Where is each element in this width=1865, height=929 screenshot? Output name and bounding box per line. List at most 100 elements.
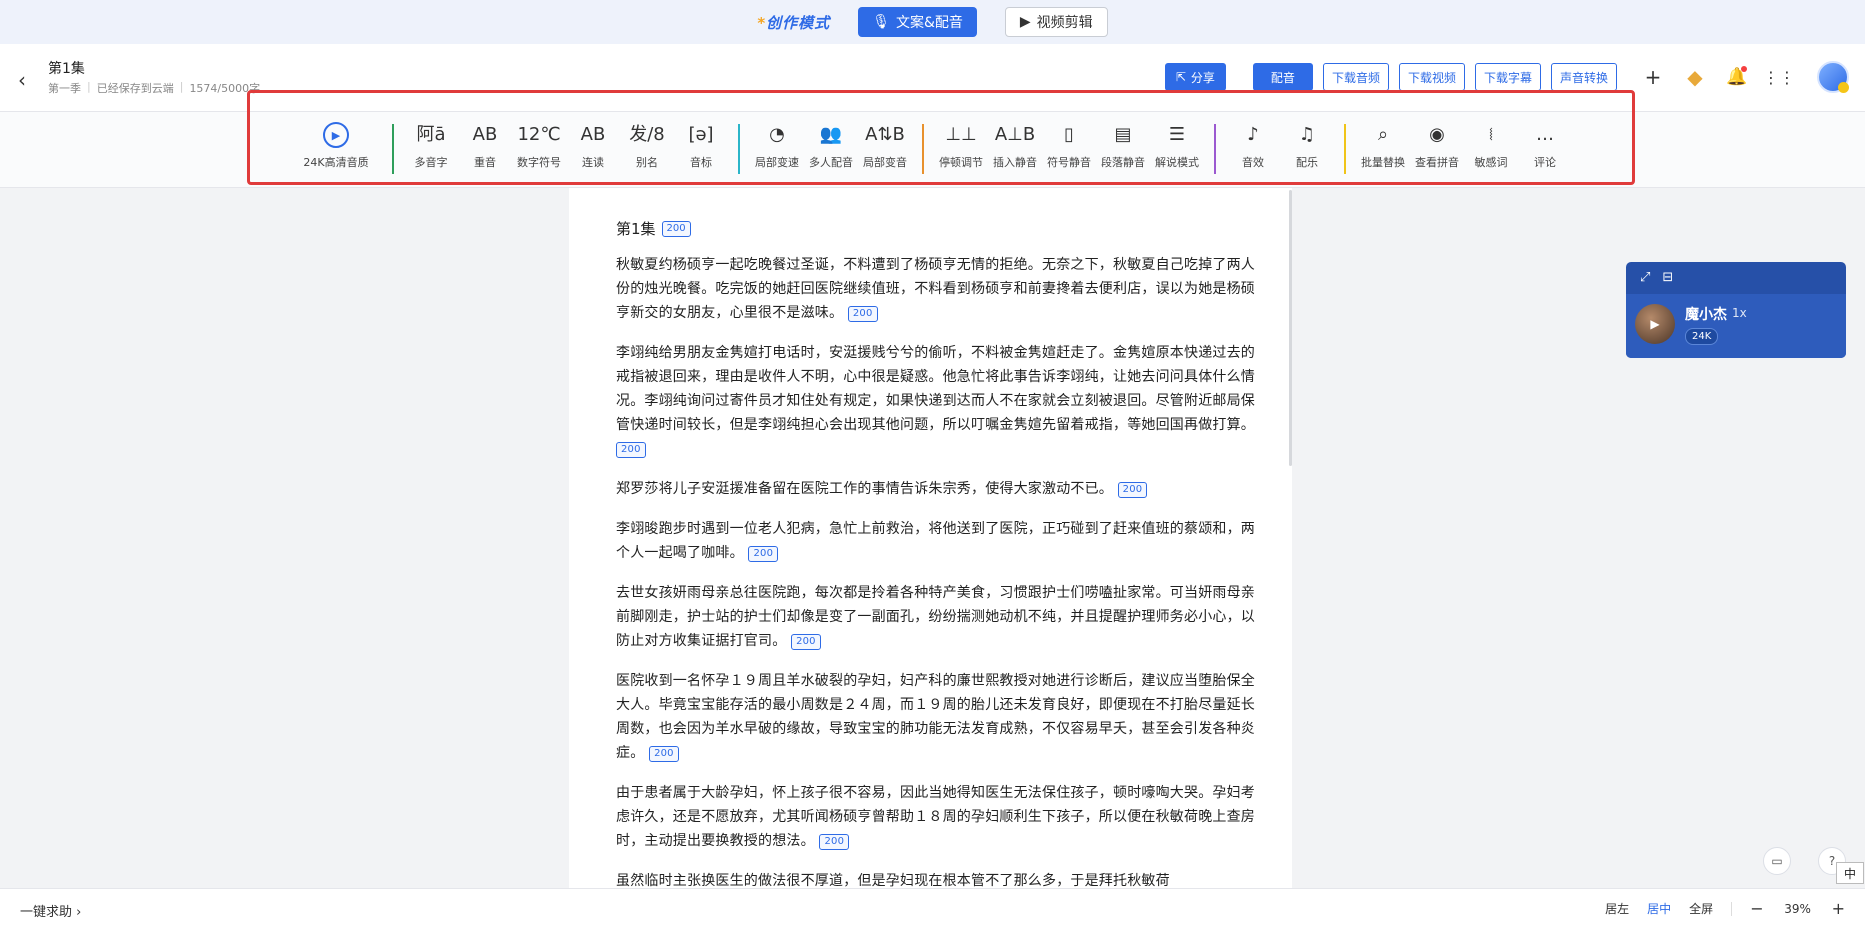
tool-label: 多音字	[414, 156, 448, 169]
tool-alias[interactable]: 发/8 别名	[620, 122, 674, 170]
word-count-badge[interactable]: 200	[748, 546, 779, 562]
season-label: 第一季	[48, 82, 81, 95]
expand-icon[interactable]: ⤢	[1640, 270, 1650, 285]
tool-comment[interactable]: … 评论	[1518, 122, 1572, 170]
fullscreen-option[interactable]: 全屏	[1689, 900, 1713, 917]
page-scrollbar[interactable]	[1289, 190, 1292, 466]
tool-label: 评论	[1534, 156, 1556, 169]
tool-label: 数字符号	[517, 156, 561, 169]
tool-stress[interactable]: AB 重音	[458, 122, 512, 170]
paragraph-text: 去世女孩妍雨母亲总往医院跑，每次都是拎着各种特产美食，习惯跟护士们唠嗑扯家常。可…	[616, 585, 1255, 649]
music-icon: ♫	[1298, 124, 1316, 145]
voice-convert-button[interactable]: 声音转换	[1550, 63, 1617, 91]
tool-label: 重音	[474, 156, 496, 169]
collapse-icon[interactable]: ⊟	[1662, 270, 1673, 285]
toolbar-divider	[392, 124, 394, 174]
plus-icon[interactable]: +	[1641, 65, 1665, 89]
word-count-badge[interactable]: 200	[616, 442, 646, 458]
tool-voice-change[interactable]: A⇅B 局部变音	[858, 122, 912, 170]
tool-number-symbol[interactable]: 12℃ 数字符号	[512, 122, 566, 170]
word-count-badge[interactable]: 200	[847, 306, 878, 322]
zoom-out-icon[interactable]: −	[1750, 899, 1763, 918]
bell-icon[interactable]: 🔔	[1725, 65, 1749, 89]
tool-label: 段落静音	[1101, 156, 1145, 169]
document-page: 第1集 200 秋敏夏约杨硕亨一起吃晚餐过圣诞，不料遭到了杨硕亨无情的拒绝。无奈…	[569, 188, 1292, 888]
tool-liaison[interactable]: AB 连读	[566, 122, 620, 170]
document-meta: 第一季 | 已经保存到云端 | 1574/5000字	[48, 80, 261, 95]
tool-label: 符号静音	[1047, 156, 1091, 169]
editor-header: ‹ 第1集 第一季 | 已经保存到云端 | 1574/5000字 ⇱ 分享 配音…	[0, 44, 1865, 112]
ime-indicator: 中	[1836, 862, 1864, 884]
word-count-badge[interactable]: 200	[819, 834, 850, 850]
tool-music[interactable]: ♫ 配乐	[1280, 122, 1334, 170]
share-button[interactable]: ⇱ 分享	[1164, 63, 1226, 91]
dub-button[interactable]: 配音	[1252, 63, 1313, 91]
back-arrow-icon[interactable]: ‹	[18, 68, 26, 92]
tool-sound-effect[interactable]: ♪ 音效	[1226, 122, 1280, 170]
comment-icon: …	[1536, 124, 1554, 145]
symbol-silence-icon: ▯	[1064, 124, 1074, 145]
tool-label: 停顿调节	[939, 156, 983, 169]
search-icon: ⌕	[1377, 124, 1389, 145]
word-count-badge[interactable]: 200	[1117, 482, 1148, 498]
paragraph[interactable]: 李翊晙跑步时遇到一位老人犯病，急忙上前救治，将他送到了医院，正巧碰到了赶来值班的…	[616, 517, 1256, 565]
paragraph-text: 由于患者属于大龄孕妇，怀上孩子很不容易，因此当她得知医生无法保住孩子，顿时嚎啕大…	[616, 785, 1255, 849]
toolbar-divider	[1214, 124, 1216, 174]
sensitive-word-icon: ⧙	[1489, 124, 1493, 145]
tool-search[interactable]: ⌕ 批量替换	[1356, 122, 1410, 170]
tab-copy-dubbing[interactable]: 🎙 文案&配音	[858, 7, 977, 37]
tool-label: 24K高清音质	[303, 156, 369, 169]
tool-insert-silence[interactable]: A⊥B 插入静音	[988, 122, 1042, 170]
document-title: 第1集	[48, 61, 85, 77]
download-video-button[interactable]: 下载视频	[1398, 63, 1465, 91]
subtitle-toggle-icon[interactable]: ▭	[1763, 847, 1791, 875]
one-click-help-link[interactable]: 一键求助 ›	[20, 901, 81, 920]
word-count-badge[interactable]: 200	[649, 746, 679, 762]
paragraph-text: 秋敏夏约杨硕亨一起吃晚餐过圣诞，不料遭到了杨硕亨无情的拒绝。无奈之下，秋敏夏自己…	[616, 257, 1255, 321]
paragraph-text: 李翊纯给男朋友金隽媗打电话时，安涏援贱兮兮的偷听，不料被金隽媗赶走了。金隽媗原本…	[616, 345, 1255, 433]
tool-label: 连读	[582, 156, 604, 169]
paragraph[interactable]: 郑罗莎将儿子安涏援准备留在医院工作的事情告诉朱宗秀，使得大家激动不已。 200	[616, 477, 1256, 501]
tool-label: 音标	[690, 156, 712, 169]
voice-name: 魔小杰	[1685, 307, 1727, 323]
paragraph[interactable]: 由于患者属于大龄孕妇，怀上孩子很不容易，因此当她得知医生无法保住孩子，顿时嚎啕大…	[616, 781, 1256, 853]
tool-pause-adjust[interactable]: ⊥⊥ 停顿调节	[934, 122, 988, 170]
speed-gauge-icon: ◔	[769, 124, 785, 145]
tool-paragraph-silence[interactable]: ▤ 段落静音	[1096, 122, 1150, 170]
align-left-option[interactable]: 居左	[1605, 900, 1629, 917]
voice-avatar-play-icon[interactable]: ▶	[1635, 304, 1675, 344]
tool-symbol-silence[interactable]: ▯ 符号静音	[1042, 122, 1096, 170]
tool-phonetic[interactable]: [ə] 音标	[674, 122, 728, 170]
tool-eye[interactable]: ◉ 查看拼音	[1410, 122, 1464, 170]
zoom-in-icon[interactable]: +	[1832, 899, 1845, 918]
tool-narration[interactable]: ☰ 解说模式	[1150, 122, 1204, 170]
tool-sensitive-word[interactable]: ⧙ 敏感词	[1464, 122, 1518, 170]
tab-video-edit[interactable]: ▶ 视频剪辑	[1004, 7, 1108, 37]
paragraph[interactable]: 虽然临时主张换医生的做法很不厚道，但是孕妇现在根本管不了那么多，于是拜托秋敏荷	[616, 869, 1256, 888]
paragraph[interactable]: 秋敏夏约杨硕亨一起吃晚餐过圣诞，不料遭到了杨硕亨无情的拒绝。无奈之下，秋敏夏自己…	[616, 253, 1256, 325]
paragraph[interactable]: 李翊纯给男朋友金隽媗打电话时，安涏援贱兮兮的偷听，不料被金隽媗赶走了。金隽媗原本…	[616, 341, 1256, 461]
tool-polyphone[interactable]: 阿ā 多音字	[404, 122, 458, 170]
stress-icon: AB	[472, 124, 498, 145]
tool-speed-gauge[interactable]: ◔ 局部变速	[750, 122, 804, 170]
tool-label: 多人配音	[809, 156, 853, 169]
align-center-option[interactable]: 居中	[1647, 900, 1671, 917]
word-count-badge[interactable]: 200	[791, 634, 821, 650]
download-subtitle-button[interactable]: 下载字幕	[1474, 63, 1541, 91]
word-count-badge[interactable]: 200	[661, 220, 691, 237]
user-avatar[interactable]	[1817, 61, 1849, 93]
apps-grid-icon[interactable]: ⋮⋮	[1763, 65, 1795, 89]
tool-label: 解说模式	[1155, 156, 1199, 169]
download-audio-button[interactable]: 下载音频	[1322, 63, 1389, 91]
creation-mode-logo: *创作模式	[757, 13, 831, 32]
tool-play-circle[interactable]: ▶ 24K高清音质	[290, 122, 382, 170]
toolbar-divider	[1344, 124, 1346, 174]
diamond-vip-icon[interactable]: ◆	[1683, 65, 1707, 89]
phonetic-icon: [ə]	[688, 124, 714, 145]
document-content[interactable]: 第1集 200 秋敏夏约杨硕亨一起吃晚餐过圣诞，不料遭到了杨硕亨无情的拒绝。无奈…	[616, 218, 1256, 888]
zoom-level: 39%	[1784, 901, 1811, 916]
paragraph[interactable]: 去世女孩妍雨母亲总往医院跑，每次都是拎着各种特产美食，习惯跟护士们唠嗑扯家常。可…	[616, 581, 1256, 653]
voice-card[interactable]: ▶ 魔小杰 1x 24K	[1626, 294, 1846, 358]
paragraph[interactable]: 医院收到一名怀孕１９周且羊水破裂的孕妇，妇产科的廉世熙教授对她进行诊断后，建议应…	[616, 669, 1256, 765]
tool-multi-user[interactable]: 👥 多人配音	[804, 122, 858, 170]
